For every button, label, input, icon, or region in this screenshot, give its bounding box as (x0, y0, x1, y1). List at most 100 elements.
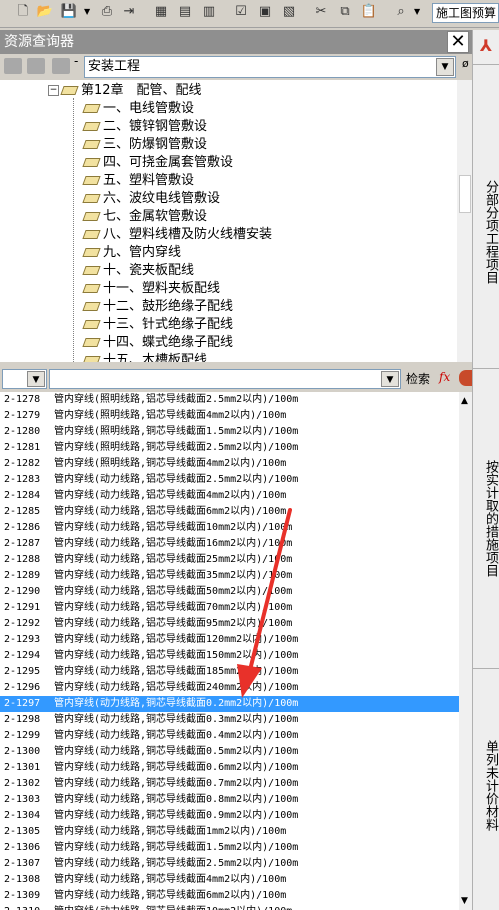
tree-item[interactable]: 十五、木槽板配线 (82, 352, 207, 362)
table-row[interactable]: 2-1304 管内穿线(动力线路,铜芯导线截面0.9mm2以内)/100m (0, 808, 459, 824)
table-row[interactable]: 2-1286 管内穿线(动力线路,铝芯导线截面10mm2以内)/100m (0, 520, 459, 536)
tree-item[interactable]: 五、塑料管敷设 (82, 172, 194, 190)
table-row[interactable]: 2-1294 管内穿线(动力线路,铝芯导线截面150mm2以内)/100m (0, 648, 459, 664)
search-scope-select[interactable]: ▼ (2, 369, 47, 389)
table-row[interactable]: 2-1289 管内穿线(动力线路,铝芯导线截面35mm2以内)/100m (0, 568, 459, 584)
search-button[interactable]: 检索 (406, 371, 430, 387)
tab-unpriced-materials[interactable]: 单列未计价材料 (478, 740, 498, 831)
table-row[interactable]: 2-1291 管内穿线(动力线路,铝芯导线截面70mm2以内)/100m (0, 600, 459, 616)
table-row[interactable]: 2-1301 管内穿线(动力线路,铜芯导线截面0.6mm2以内)/100m (0, 760, 459, 776)
ordinal-icon[interactable]: ▣ (256, 3, 274, 21)
copy-icon[interactable]: ⧉ (336, 3, 354, 21)
tree-item[interactable]: 十一、塑料夹板配线 (82, 280, 220, 298)
tree-item[interactable]: 七、金属软管敷设 (82, 208, 207, 226)
quota-code: 2-1285 (4, 506, 41, 517)
library-icon-3[interactable] (52, 58, 70, 74)
table-row[interactable]: 2-1309 管内穿线(动力线路,铜芯导线截面6mm2以内)/100m (0, 888, 459, 904)
print-icon[interactable]: ⎙ (98, 3, 116, 21)
quota-name: 管内穿线(动力线路,铜芯导线截面0.3mm2以内)/100m (54, 714, 299, 725)
find-dropdown-icon[interactable]: ▼ (414, 3, 420, 21)
tree-scrollbar-thumb[interactable] (459, 175, 471, 213)
table-row[interactable]: 2-1287 管内穿线(动力线路,铝芯导线截面16mm2以内)/100m (0, 536, 459, 552)
table-row[interactable]: 2-1292 管内穿线(动力线路,铝芯导线截面95mm2以内)/100m (0, 616, 459, 632)
tree-item[interactable]: 十四、蝶式绝缘子配线 (82, 334, 234, 352)
table-row[interactable]: 2-1293 管内穿线(动力线路,铝芯导线截面120mm2以内)/100m (0, 632, 459, 648)
table-row[interactable]: 2-1282 管内穿线(照明线路,铜芯导线截面4mm2以内)/100m (0, 456, 459, 472)
search-dropdown-icon[interactable]: ▼ (381, 371, 399, 387)
table-row[interactable]: 2-1298 管内穿线(动力线路,铜芯导线截面0.3mm2以内)/100m (0, 712, 459, 728)
library-icon-2[interactable] (27, 58, 45, 74)
table-row[interactable]: 2-1278 管内穿线(照明线路,铝芯导线截面2.5mm2以内)/100m (0, 392, 459, 408)
table-row[interactable]: 2-1290 管内穿线(动力线路,铝芯导线截面50mm2以内)/100m (0, 584, 459, 600)
tree-item-label: 三、防爆钢管敷设 (103, 137, 208, 152)
tree-item[interactable]: 八、塑料线槽及防火线槽安装 (82, 226, 273, 244)
tree-item[interactable]: 三、防爆钢管敷设 (82, 136, 208, 154)
new-file-icon[interactable]: 🗋 (14, 3, 32, 21)
side-separator (473, 668, 499, 669)
layout-icon[interactable]: ▤ (176, 3, 194, 21)
open-book-icon (60, 86, 79, 95)
side-tab-label: 按实计取的措施项目 (483, 460, 498, 577)
copy-list-icon[interactable]: ▧ (280, 3, 298, 21)
table-row[interactable]: 2-1281 管内穿线(照明线路,铜芯导线截面2.5mm2以内)/100m (0, 440, 459, 456)
tree-item-label: 十四、蝶式绝缘子配线 (103, 335, 234, 350)
nav-icon[interactable] (459, 370, 473, 386)
table-row-selected[interactable]: 2-1297 管内穿线(动力线路,铜芯导线截面0.2mm2以内)/100m (0, 696, 459, 712)
table-row[interactable]: 2-1295 管内穿线(动力线路,铝芯导线截面185mm2以内)/100m (0, 664, 459, 680)
tree-item[interactable]: 十二、鼓形绝缘子配线 (82, 298, 233, 316)
minus-icon[interactable]: - (74, 54, 78, 68)
tree-scrollbar[interactable] (457, 80, 472, 362)
save-icon[interactable]: 💾 (60, 3, 78, 21)
tree-item[interactable]: 四、可挠金属套管敷设 (82, 154, 233, 172)
library-select[interactable]: 安装工程 ▼ (84, 56, 456, 78)
table-row[interactable]: 2-1302 管内穿线(动力线路,铜芯导线截面0.7mm2以内)/100m (0, 776, 459, 792)
tree-item[interactable]: 十、瓷夹板配线 (82, 262, 194, 280)
library-icon-1[interactable] (4, 58, 22, 74)
open-folder-icon[interactable]: 📂 (36, 3, 54, 21)
scroll-up-icon[interactable]: ▲ (461, 396, 468, 406)
table-icon[interactable]: ▦ (152, 3, 170, 21)
search-input[interactable]: ▼ (49, 369, 401, 389)
collapse-icon[interactable]: − (48, 85, 59, 96)
table-row[interactable]: 2-1307 管内穿线(动力线路,铜芯导线截面2.5mm2以内)/100m (0, 856, 459, 872)
library-extra-icon[interactable]: ø (462, 57, 469, 70)
table-row[interactable]: 2-1305 管内穿线(动力线路,铜芯导线截面1mm2以内)/100m (0, 824, 459, 840)
tree-chapter-node[interactable]: − 第12章 配管、配线 (48, 82, 202, 100)
table-row[interactable]: 2-1303 管内穿线(动力线路,铜芯导线截面0.8mm2以内)/100m (0, 792, 459, 808)
table-row[interactable]: 2-1288 管内穿线(动力线路,铝芯导线截面25mm2以内)/100m (0, 552, 459, 568)
table-row[interactable]: 2-1296 管内穿线(动力线路,铝芯导线截面240mm2以内)/100m (0, 680, 459, 696)
table-row[interactable]: 2-1283 管内穿线(动力线路,铝芯导线截面2.5mm2以内)/100m (0, 472, 459, 488)
paste-icon[interactable]: 📋 (360, 3, 378, 21)
tree-item[interactable]: 十三、针式绝缘子配线 (82, 316, 233, 334)
list-scrollbar[interactable] (459, 392, 472, 910)
table-row[interactable]: 2-1284 管内穿线(动力线路,铝芯导线截面4mm2以内)/100m (0, 488, 459, 504)
tree-item[interactable]: 二、镀锌钢管敷设 (82, 118, 207, 136)
binoculars-icon[interactable]: ⌕ (392, 3, 410, 21)
table-row[interactable]: 2-1285 管内穿线(动力线路,铝芯导线截面6mm2以内)/100m (0, 504, 459, 520)
insert-icon[interactable]: ⇥ (120, 3, 138, 21)
tab-divisional-items[interactable]: 分部分项工程项目 (478, 180, 498, 284)
close-button[interactable]: ✕ (447, 31, 469, 53)
project-type-box[interactable]: 施工图预算 (432, 3, 499, 23)
table-row[interactable]: 2-1306 管内穿线(动力线路,铜芯导线截面1.5mm2以内)/100m (0, 840, 459, 856)
table-row[interactable]: 2-1300 管内穿线(动力线路,铜芯导线截面0.5mm2以内)/100m (0, 744, 459, 760)
save-dropdown-icon[interactable]: ▼ (84, 3, 90, 21)
tree-item-label: 八、塑料线槽及防火线槽安装 (103, 227, 273, 242)
scope-dropdown-icon[interactable]: ▼ (27, 371, 45, 387)
fx-icon[interactable]: fx (439, 370, 450, 384)
grid-icon[interactable]: ▥ (200, 3, 218, 21)
library-dropdown-icon[interactable]: ▼ (436, 58, 454, 76)
tab-measure-items[interactable]: 按实计取的措施项目 (478, 460, 498, 577)
tree-item[interactable]: 六、波纹电线管敷设 (82, 190, 220, 208)
table-row[interactable]: 2-1280 管内穿线(照明线路,铜芯导线截面1.5mm2以内)/100m (0, 424, 459, 440)
table-row[interactable]: 2-1310 管内穿线(动力线路,铜芯导线截面10mm2以内)/100m (0, 904, 459, 910)
check-icon[interactable]: ☑ (232, 3, 250, 21)
cut-icon[interactable]: ✂ (312, 3, 330, 21)
tree-item[interactable]: 一、电线管敷设 (82, 100, 194, 118)
table-row[interactable]: 2-1308 管内穿线(动力线路,铜芯导线截面4mm2以内)/100m (0, 872, 459, 888)
table-row[interactable]: 2-1299 管内穿线(动力线路,铜芯导线截面0.4mm2以内)/100m (0, 728, 459, 744)
quota-name: 管内穿线(动力线路,铜芯导线截面0.6mm2以内)/100m (54, 762, 299, 773)
tree-item[interactable]: 九、管内穿线 (82, 244, 181, 262)
scroll-down-icon[interactable]: ▼ (461, 896, 468, 906)
table-row[interactable]: 2-1279 管内穿线(照明线路,铝芯导线截面4mm2以内)/100m (0, 408, 459, 424)
